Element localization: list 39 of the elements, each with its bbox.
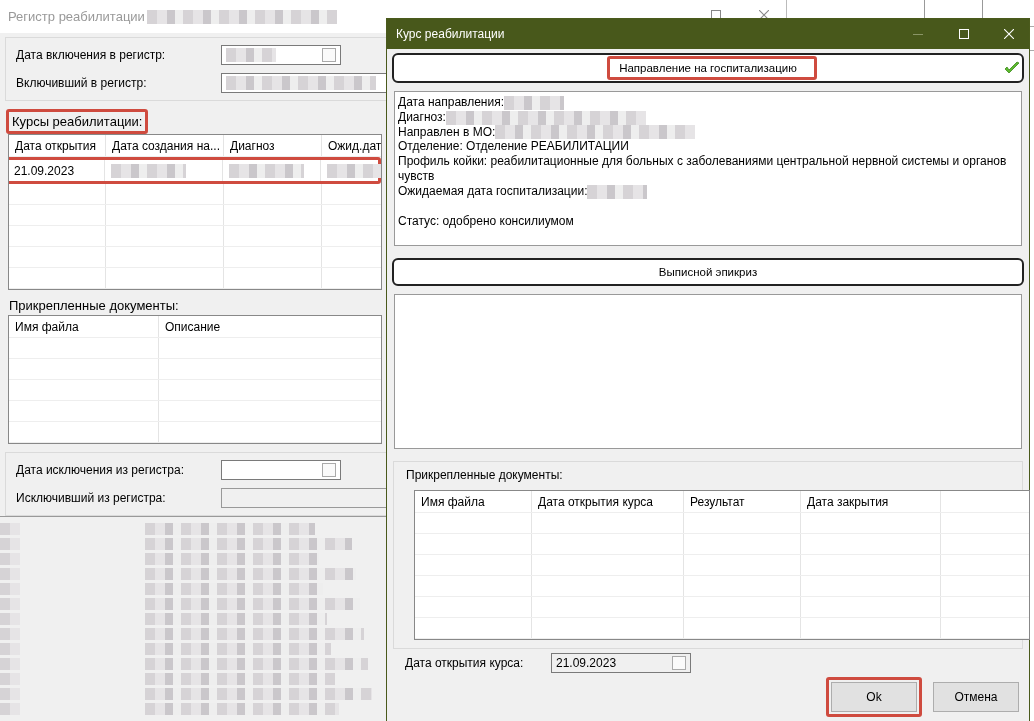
date-field[interactable]: 21.09.2023 — [551, 653, 691, 673]
section-label: Прикрепленные документы: — [406, 468, 564, 482]
dialog-button[interactable]: Ok — [831, 682, 917, 712]
detail-text: Ожидаемая дата госпитализации: — [398, 183, 588, 198]
dialog-button[interactable]: Отмена — [933, 682, 1019, 712]
column-header[interactable]: Дата открытия курса — [532, 491, 684, 512]
section-label: Прикрепленные документы: — [8, 297, 180, 315]
field-label: Включивший в регистр: — [16, 76, 148, 90]
calendar-button[interactable] — [322, 48, 336, 62]
date-field[interactable] — [221, 45, 341, 65]
calendar-button[interactable] — [322, 463, 336, 477]
detail-text: Статус: одобрено консилиумом — [398, 213, 574, 228]
detail-text: Дата направления: — [398, 95, 504, 109]
field-value: 21.09.2023 — [556, 656, 617, 670]
detail-text: Направлен в МО: — [398, 124, 496, 139]
date-field[interactable] — [221, 460, 341, 480]
column-header[interactable]: Диагноз — [224, 135, 322, 156]
redacted-value — [327, 163, 381, 178]
dialog-title: Курс реабилитации — [396, 27, 505, 41]
detail-text: Диагноз: — [398, 109, 446, 124]
window-title: Регистр реабилитации — [8, 9, 145, 24]
text-field[interactable] — [221, 73, 386, 93]
referral-button[interactable]: Направление на госпитализацию — [392, 53, 1024, 83]
text-field[interactable] — [221, 488, 386, 508]
detail-text: Отделение: Отделение РЕАБИЛИТАЦИИ — [398, 139, 629, 154]
column-header[interactable]: Дата закрытия — [801, 491, 941, 512]
section-label: Курсы реабилитации: — [6, 109, 149, 134]
column-header[interactable]: Имя файла — [415, 491, 532, 512]
field-label: Дата открытия курса: — [405, 656, 525, 670]
detail-text: Профиль койки: реабилитационные для больных с заболеваниями центральной нервной системы и органов чувств — [398, 154, 1007, 184]
column-header[interactable]: Имя файла — [9, 316, 159, 337]
table-cell: 21.09.2023 — [14, 163, 75, 178]
field-label: Исключивший из регистра: — [16, 491, 167, 505]
discharge-button[interactable]: Выписной эпикриз — [392, 258, 1024, 286]
field-label: Дата включения в регистр: — [16, 48, 167, 62]
column-header[interactable]: Дата открытия — [9, 135, 106, 156]
field-label: Дата исключения из регистра: — [16, 463, 185, 477]
column-header[interactable]: Результат — [684, 491, 801, 512]
column-header[interactable]: Дата создания на... — [106, 135, 224, 156]
